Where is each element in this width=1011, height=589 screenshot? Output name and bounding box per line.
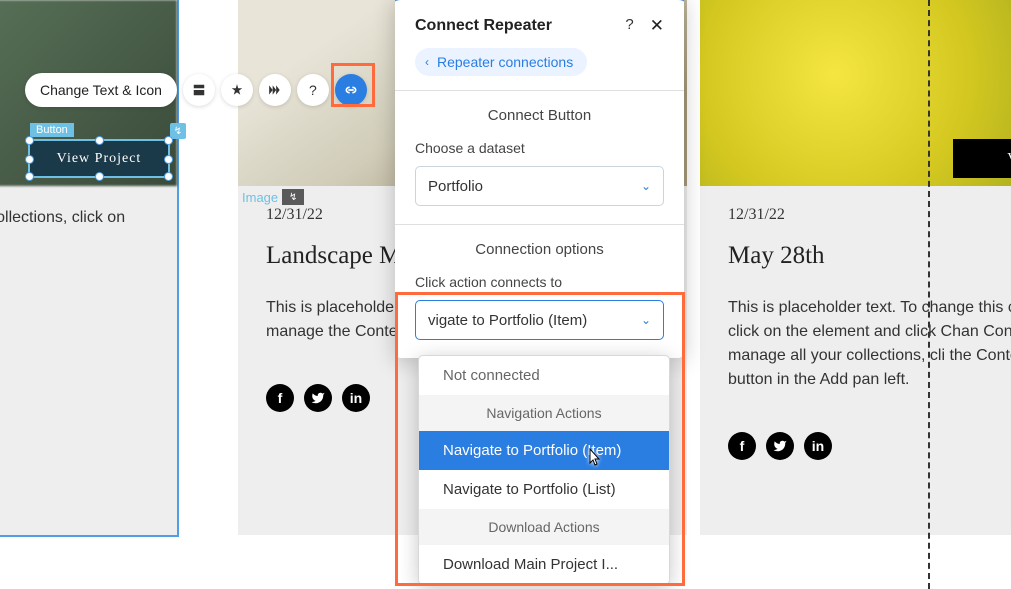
card-date: 12/31/22 [728, 206, 1011, 224]
twitter-icon[interactable] [304, 384, 332, 412]
animation-icon[interactable] [259, 74, 291, 106]
resize-handle[interactable] [164, 155, 173, 164]
selected-button-frame[interactable]: Button ↯ View Project [28, 139, 170, 178]
linkedin-icon[interactable]: in [342, 384, 370, 412]
design-icon[interactable] [221, 74, 253, 106]
view-project-button[interactable]: View Project [30, 141, 168, 176]
dataset-select[interactable]: Portfolio ⌄ [415, 166, 664, 206]
choose-dataset-label: Choose a dataset [415, 140, 664, 156]
chip-label: Repeater connections [437, 54, 573, 70]
dropdown-option-not-connected[interactable]: Not connected [419, 356, 669, 395]
click-action-value: vigate to Portfolio (Item) [428, 312, 587, 329]
card-title: May 28th [728, 242, 1011, 270]
click-action-label: Click action connects to [415, 274, 664, 290]
help-icon[interactable]: ? [297, 74, 329, 106]
connect-repeater-panel: Connect Repeater ? ✕ ‹ Repeater connecti… [395, 0, 684, 358]
element-type-badge: Button [30, 123, 74, 137]
resize-handle[interactable] [25, 172, 34, 181]
tutorial-highlight-small [331, 63, 375, 107]
dropdown-option-navigate-list[interactable]: Navigate to Portfolio (List) [419, 470, 669, 509]
dropdown-heading-navigation: Navigation Actions [419, 395, 669, 431]
connect-button-section: Connect Button [395, 91, 684, 140]
panel-title: Connect Repeater [415, 17, 552, 35]
element-toolbar: Change Text & Icon ? [25, 73, 367, 107]
card-text: This is placeholder text. To change this… [728, 296, 1011, 392]
connection-options-section: Connection options [395, 225, 684, 274]
dropdown-option-navigate-item[interactable]: Navigate to Portfolio (Item) [419, 431, 669, 470]
image-tag-text: Image [242, 190, 278, 205]
resize-handle[interactable] [164, 136, 173, 145]
dropdown-heading-download: Download Actions [419, 509, 669, 545]
dataset-value: Portfolio [428, 178, 483, 195]
repeater-connections-chip[interactable]: ‹ Repeater connections [415, 48, 587, 76]
social-row: f in [728, 432, 1011, 460]
connect-icon: ↯ [170, 123, 186, 139]
click-action-select[interactable]: vigate to Portfolio (Item) ⌄ [415, 300, 664, 340]
facebook-icon[interactable]: f [728, 432, 756, 460]
click-action-dropdown[interactable]: Not connected Navigation Actions Navigat… [418, 355, 670, 585]
resize-handle[interactable] [164, 172, 173, 181]
repeater-card-3[interactable]: 12/31/22 May 28th This is placeholder te… [700, 0, 1011, 535]
resize-handle[interactable] [95, 136, 104, 145]
linkedin-icon[interactable]: in [804, 432, 832, 460]
connect-icon: ↯ [282, 189, 304, 205]
viewport-guide [928, 0, 930, 589]
resize-handle[interactable] [25, 155, 34, 164]
chevron-down-icon: ⌄ [641, 313, 651, 327]
card-text: ange this content, d click Change ollect… [0, 206, 149, 254]
resize-handle[interactable] [95, 172, 104, 181]
dropdown-option-download-main[interactable]: Download Main Project I... [419, 545, 669, 584]
change-text-button[interactable]: Change Text & Icon [25, 73, 177, 107]
chevron-down-icon: ⌄ [641, 179, 651, 193]
view-project-button[interactable]: View [953, 139, 1011, 178]
twitter-icon[interactable] [766, 432, 794, 460]
chevron-left-icon: ‹ [425, 55, 429, 69]
facebook-icon[interactable]: f [266, 384, 294, 412]
layout-icon[interactable] [183, 74, 215, 106]
resize-handle[interactable] [25, 136, 34, 145]
close-icon[interactable]: ✕ [650, 16, 664, 36]
image-element-tag: Image ↯ [242, 189, 304, 205]
help-icon[interactable]: ? [625, 16, 633, 36]
